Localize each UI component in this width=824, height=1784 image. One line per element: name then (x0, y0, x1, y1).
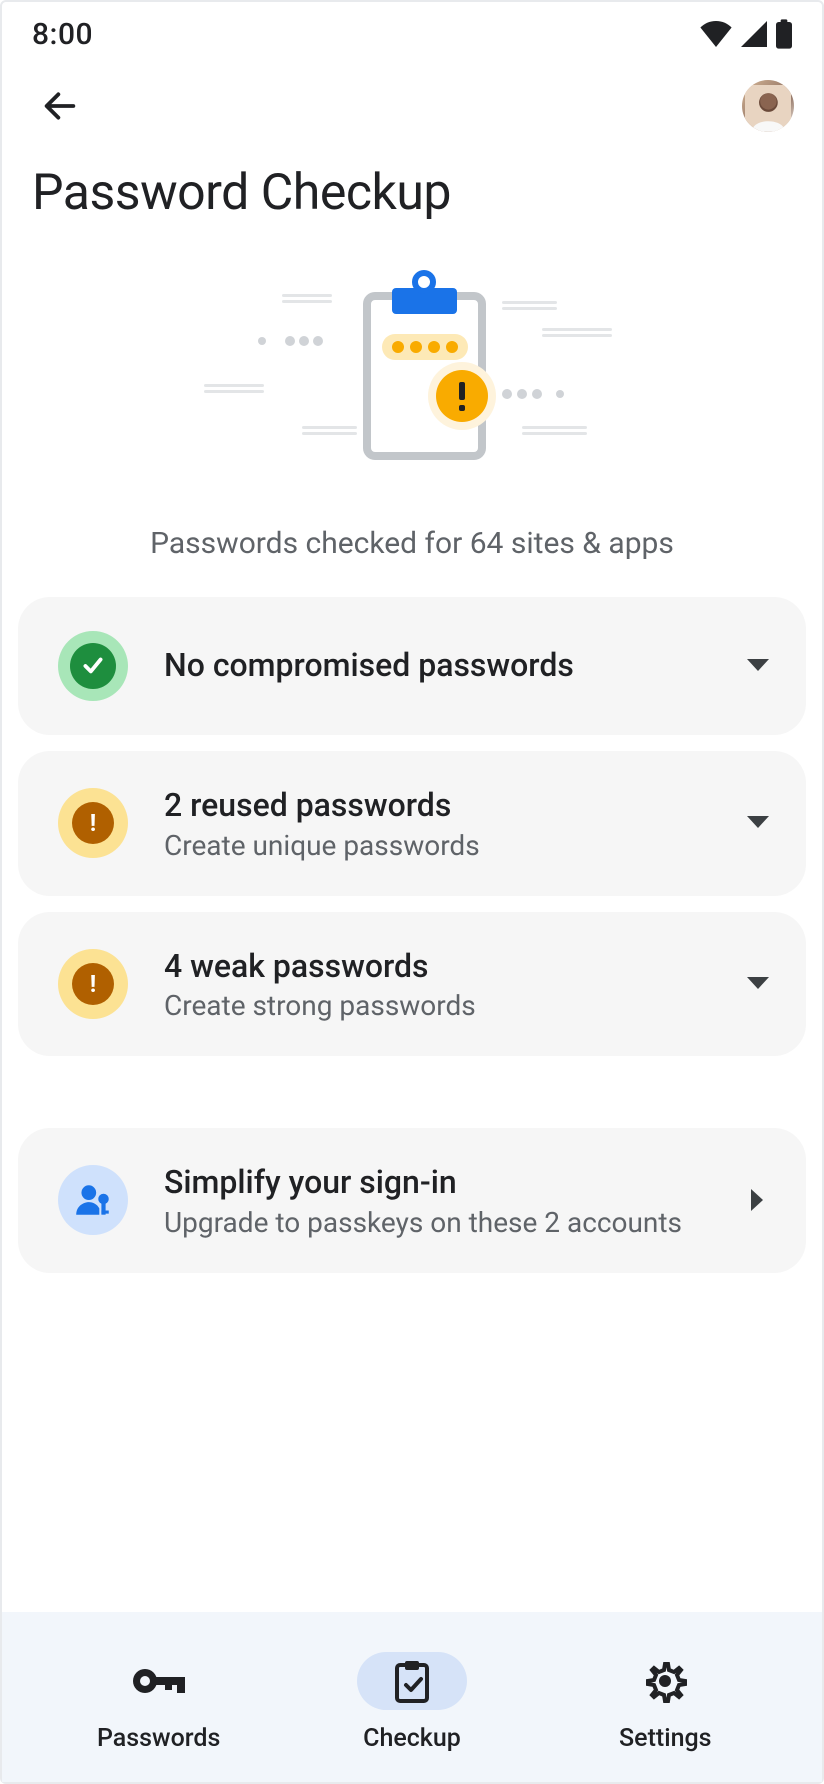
chevron-down-icon (744, 970, 772, 998)
key-icon (131, 1665, 187, 1697)
nav-label: Settings (619, 1724, 712, 1753)
card-subtitle: Upgrade to passkeys on these 2 accounts (164, 1206, 744, 1239)
status-icons (700, 19, 792, 49)
nav-label: Passwords (97, 1724, 220, 1753)
results-list: No compromised passwords ! 2 reused pass… (2, 597, 822, 1273)
header (2, 62, 822, 132)
warning-icon: ! (58, 949, 128, 1019)
chevron-down-icon (744, 809, 772, 837)
nav-passwords[interactable]: Passwords (59, 1652, 259, 1753)
account-avatar[interactable] (742, 80, 794, 132)
warning-icon: ! (58, 788, 128, 858)
nav-settings[interactable]: Settings (565, 1652, 765, 1753)
card-subtitle: Create unique passwords (164, 829, 744, 862)
back-button[interactable] (36, 82, 84, 130)
nav-label: Checkup (363, 1724, 461, 1753)
bottom-nav: Passwords Checkup Settings (2, 1612, 822, 1782)
reused-passwords-card[interactable]: ! 2 reused passwords Create unique passw… (18, 751, 806, 896)
summary-text: Passwords checked for 64 sites & apps (2, 496, 822, 597)
card-title: 4 weak passwords (164, 946, 744, 988)
arrow-back-icon (40, 86, 80, 126)
passkeys-card[interactable]: Simplify your sign-in Upgrade to passkey… (18, 1128, 806, 1273)
card-title: Simplify your sign-in (164, 1162, 744, 1204)
status-bar: 8:00 (2, 2, 822, 62)
compromised-passwords-card[interactable]: No compromised passwords (18, 597, 806, 735)
passkey-icon (58, 1165, 128, 1235)
gear-icon (643, 1659, 687, 1703)
card-title: No compromised passwords (164, 645, 744, 687)
card-title: 2 reused passwords (164, 785, 744, 827)
chevron-right-icon (744, 1186, 772, 1214)
chevron-down-icon (744, 652, 772, 680)
status-time: 8:00 (32, 17, 93, 52)
check-icon (58, 631, 128, 701)
checkup-illustration (2, 222, 822, 496)
card-subtitle: Create strong passwords (164, 989, 744, 1022)
weak-passwords-card[interactable]: ! 4 weak passwords Create strong passwor… (18, 912, 806, 1057)
clipboard-check-icon (392, 1659, 432, 1703)
battery-icon (776, 19, 792, 49)
page-title: Password Checkup (2, 132, 822, 222)
wifi-icon (700, 21, 732, 47)
cellular-icon (740, 21, 768, 47)
nav-checkup[interactable]: Checkup (312, 1652, 512, 1753)
avatar-image (745, 85, 792, 132)
